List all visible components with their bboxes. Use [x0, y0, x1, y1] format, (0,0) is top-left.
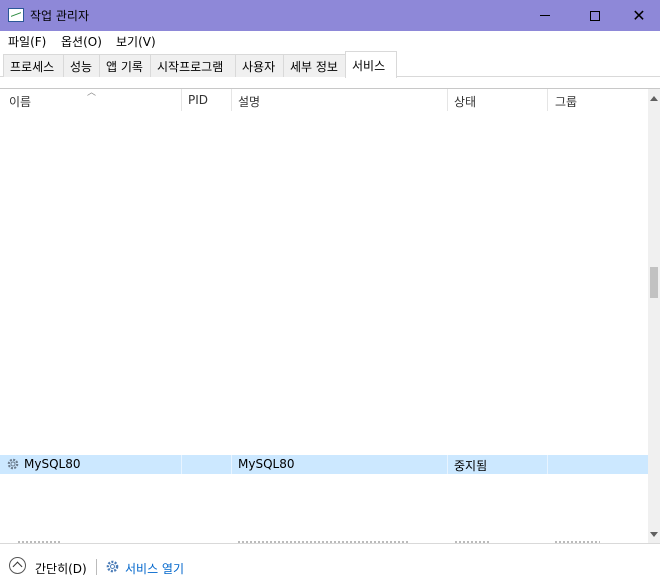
column-header: ︿ 이름 PID 설명 상태 그룹 — [0, 88, 648, 111]
tab-performance[interactable]: 성능 — [63, 54, 100, 77]
column-status[interactable]: 상태 — [454, 93, 476, 110]
sort-ascending-icon: ︿ — [87, 88, 97, 98]
service-description: MySQL80 — [238, 457, 295, 471]
open-services-link[interactable]: 서비스 열기 — [125, 560, 184, 577]
cell-separator — [181, 455, 182, 474]
tab-services[interactable]: 서비스 — [345, 51, 397, 78]
column-separator[interactable] — [231, 89, 232, 111]
tab-bar: 프로세스 성능 앱 기록 시작프로그램 사용자 세부 정보 서비스 — [0, 51, 660, 78]
column-group[interactable]: 그룹 — [555, 93, 577, 110]
scroll-up-icon[interactable] — [650, 96, 658, 101]
tab-processes[interactable]: 프로세스 — [3, 54, 64, 77]
table-row[interactable]: MySQL80 MySQL80 중지됨 — [0, 455, 648, 474]
services-list[interactable]: ︿ 이름 PID 설명 상태 그룹 MySQL80 MySQL80 중지됨 — [0, 88, 660, 544]
column-separator[interactable] — [547, 89, 548, 111]
maximize-icon — [590, 10, 600, 21]
scroll-thumb[interactable] — [650, 267, 658, 298]
menu-view[interactable]: 보기(V) — [116, 33, 156, 50]
menu-options[interactable]: 옵션(O) — [61, 33, 102, 50]
maximize-button[interactable] — [572, 0, 618, 31]
tab-details[interactable]: 세부 정보 — [283, 54, 346, 77]
column-pid[interactable]: PID — [188, 93, 208, 107]
divider — [96, 559, 97, 575]
close-button[interactable]: ✕ — [616, 0, 660, 31]
cell-separator — [447, 455, 448, 474]
window-title: 작업 관리자 — [30, 9, 90, 23]
cell-separator — [231, 455, 232, 474]
minimize-button[interactable] — [522, 0, 568, 31]
column-separator[interactable] — [181, 89, 182, 111]
services-gear-icon — [106, 560, 119, 573]
scroll-down-icon[interactable] — [650, 532, 658, 537]
column-separator[interactable] — [447, 89, 448, 111]
service-status: 중지됨 — [454, 459, 488, 473]
menu-bar: 파일(F) 옵션(O) 보기(V) — [0, 31, 660, 51]
column-description[interactable]: 설명 — [238, 93, 260, 110]
tab-app-history[interactable]: 앱 기록 — [99, 54, 151, 77]
tab-users[interactable]: 사용자 — [235, 54, 284, 77]
chevron-up-circle-icon[interactable] — [9, 557, 26, 574]
footer-bar: 간단히(D) 서비스 열기 — [0, 543, 660, 585]
service-gear-icon — [7, 458, 19, 470]
tab-startup[interactable]: 시작프로그램 — [150, 54, 236, 77]
minimize-icon — [540, 15, 550, 16]
vertical-scrollbar[interactable] — [648, 89, 660, 544]
task-manager-icon — [8, 8, 24, 22]
title-bar[interactable]: 작업 관리자 ✕ — [0, 0, 660, 31]
service-name: MySQL80 — [24, 457, 81, 471]
menu-file[interactable]: 파일(F) — [8, 33, 46, 50]
cell-separator — [547, 455, 548, 474]
close-icon: ✕ — [632, 5, 646, 25]
fewer-details-button[interactable]: 간단히(D) — [35, 560, 87, 577]
column-name[interactable]: 이름 — [9, 93, 31, 110]
